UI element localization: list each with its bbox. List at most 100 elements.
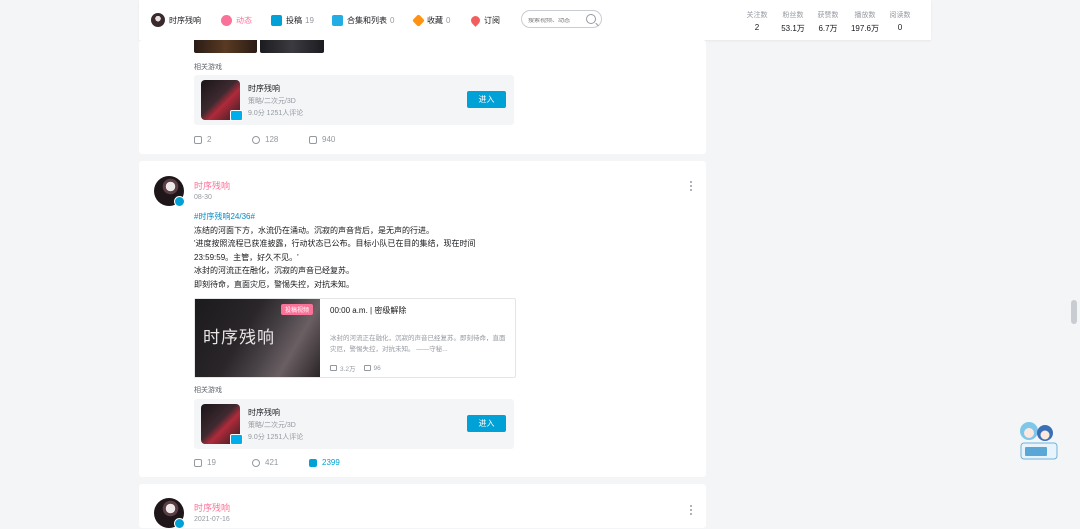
post-line: 即刻待命，直面灾厄，警惕失控，对抗未知。 [194, 279, 354, 289]
stat-followers[interactable]: 粉丝数 53.1万 [773, 10, 813, 34]
heart-icon [469, 13, 482, 27]
comment-button[interactable]: 421 [252, 458, 278, 467]
post-line: 23:59:59。主管，好久不见。' [194, 252, 299, 262]
post-avatar[interactable] [154, 498, 185, 529]
like-button[interactable]: 940 [309, 135, 335, 144]
video-views: 3.2万 [340, 366, 356, 373]
dynamic-card: 时序残响 2021-07-16 [139, 484, 706, 529]
post-username[interactable]: 时序残响 [194, 179, 230, 192]
tab-uploads-label: 投稿 [286, 15, 302, 25]
like-count: 2399 [322, 458, 340, 467]
game-icon[interactable] [201, 404, 243, 445]
game-badge-icon [230, 110, 243, 121]
share-count: 2 [207, 135, 212, 144]
tab-uploads-count: 19 [305, 15, 314, 25]
video-danmaku: 96 [373, 364, 381, 372]
tab-subscriptions[interactable]: 订阅 [469, 13, 500, 27]
tab-favorites-label: 收藏 [427, 15, 443, 25]
video-badge: 投稿视频 [281, 304, 314, 315]
image-thumb[interactable] [260, 40, 324, 53]
like-button[interactable]: 2399 [309, 458, 340, 467]
search-icon[interactable] [586, 14, 596, 24]
thumbs-up-icon [309, 135, 317, 144]
verified-icon [174, 196, 185, 207]
stat-label: 获赞数 [817, 12, 839, 19]
profile-topbar: 时序残响 动态 投稿 19 合集和列表 0 收藏 0 订阅 关注数 2 粉丝数 … [139, 0, 931, 40]
star-icon [412, 13, 425, 27]
share-button[interactable]: 2 [194, 135, 211, 144]
stat-value: 53.1万 [781, 24, 805, 33]
dynamic-card: 相关游戏 时序残响 策略/二次元/3D 9.0分 1251人评论 进入 2 12… [139, 40, 706, 154]
video-logo: 时序残响 [203, 328, 275, 348]
stat-label: 阅读数 [889, 12, 911, 19]
game-name[interactable]: 时序残响 [248, 407, 280, 418]
related-game-card[interactable]: 时序残响 策略/二次元/3D 9.0分 1251人评论 进入 [194, 399, 514, 449]
tab-favorites[interactable]: 收藏 0 [412, 13, 451, 27]
post-text: #时序残响24/36# 冻结的河面下方，水流仍在涌动。沉寂的声音背后，是无声的行… [194, 210, 524, 291]
stat-plays: 播放数 197.6万 [845, 10, 885, 34]
post-line: '进度按照流程已获准披露，行动状态已公布。目标小队已在目的集结，现在时间 [194, 239, 476, 248]
video-description: 冰封的河流正在融化，沉寂的声音已经复苏。即刻待命，直面灾厄，警惕失控，对抗未知。… [330, 335, 506, 353]
image-thumb[interactable] [194, 40, 257, 53]
mascot-widget[interactable] [1015, 413, 1059, 463]
game-name[interactable]: 时序残响 [248, 83, 280, 94]
stat-value: 197.6万 [850, 24, 880, 33]
post-date[interactable]: 08-30 [194, 194, 212, 201]
post-line: 冻结的河面下方，水流仍在涌动。沉寂的声音背后，是无声的行进。 [194, 225, 434, 235]
post-username[interactable]: 时序残响 [194, 501, 230, 514]
enter-game-button[interactable]: 进入 [467, 415, 506, 432]
dynamic-icon [221, 14, 232, 26]
tab-uploads[interactable]: 投稿 19 [271, 13, 314, 27]
profile-user[interactable]: 时序残响 [151, 13, 201, 27]
verified-icon [174, 518, 185, 529]
comment-count: 421 [265, 458, 279, 467]
related-game-label: 相关游戏 [194, 64, 222, 71]
tab-collections[interactable]: 合集和列表 0 [332, 13, 394, 27]
more-icon[interactable] [689, 181, 692, 193]
game-score: 9.0分 1251人评论 [248, 434, 304, 441]
search-input[interactable] [528, 18, 586, 24]
tab-dynamic-label: 动态 [236, 15, 252, 25]
comment-count: 128 [265, 135, 279, 144]
post-avatar[interactable] [154, 176, 185, 207]
stat-likes: 获赞数 6.7万 [808, 10, 848, 34]
danmaku-icon [363, 365, 371, 371]
stat-label: 播放数 [854, 12, 876, 19]
game-tags: 策略/二次元/3D [248, 98, 296, 105]
stat-following[interactable]: 关注数 2 [737, 10, 777, 32]
video-card[interactable]: 时序残响 投稿视频 00:00 a.m. | 密级解除 冰封的河流正在融化，沉寂… [194, 298, 516, 378]
share-icon [194, 135, 202, 144]
post-date[interactable]: 2021-07-16 [194, 516, 230, 523]
game-score: 9.0分 1251人评论 [248, 110, 304, 117]
share-button[interactable]: 19 [194, 458, 216, 467]
related-game-card[interactable]: 时序残响 策略/二次元/3D 9.0分 1251人评论 进入 [194, 75, 514, 125]
stat-reads: 阅读数 0 [880, 10, 920, 32]
tab-dynamic[interactable]: 动态 [221, 13, 252, 27]
profile-username: 时序残响 [169, 15, 201, 25]
post-line: 冰封的河流正在融化，沉寂的声音已经复苏。 [194, 266, 354, 275]
stat-label: 粉丝数 [782, 12, 804, 19]
game-badge-icon [230, 434, 243, 445]
stat-label: 关注数 [746, 12, 768, 19]
game-tags: 策略/二次元/3D [248, 422, 296, 429]
video-title[interactable]: 00:00 a.m. | 密级解除 [330, 305, 406, 316]
video-thumbnail[interactable]: 时序残响 投稿视频 [195, 299, 320, 377]
comment-button[interactable]: 128 [252, 135, 278, 144]
video-stats: 3.2万 96 [330, 363, 381, 373]
action-bar: 19 421 2399 [194, 458, 494, 470]
topic-tag[interactable]: #时序残响24/36# [194, 210, 524, 224]
share-icon [194, 458, 202, 467]
search-box[interactable] [521, 10, 602, 28]
thumbs-up-icon [309, 458, 317, 467]
like-count: 940 [322, 135, 336, 144]
game-icon[interactable] [201, 80, 243, 121]
stat-value: 2 [754, 23, 760, 32]
tab-collections-label: 合集和列表 [347, 15, 387, 25]
page-scrollbar[interactable] [1071, 300, 1077, 324]
tab-favorites-count: 0 [446, 15, 451, 25]
dynamic-card: 时序残响 08-30 #时序残响24/36# 冻结的河面下方，水流仍在涌动。沉寂… [139, 161, 706, 477]
more-icon[interactable] [689, 505, 692, 517]
enter-game-button[interactable]: 进入 [467, 91, 506, 108]
comment-icon [252, 458, 260, 467]
comment-icon [252, 135, 260, 144]
